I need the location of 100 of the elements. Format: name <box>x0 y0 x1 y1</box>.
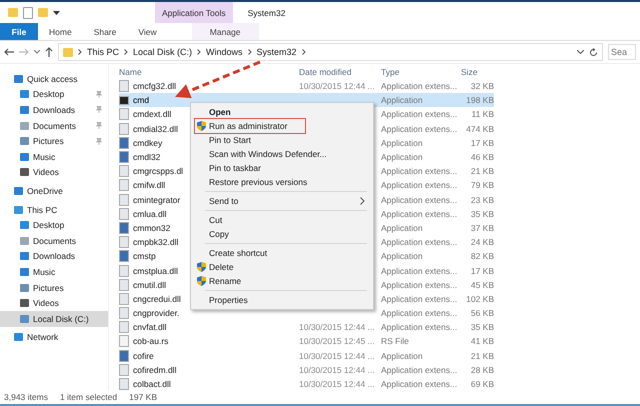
sidebar-item[interactable]: Downloads <box>0 248 108 264</box>
column-header[interactable]: Type <box>381 66 461 76</box>
size-cell: 102 KB <box>466 294 494 304</box>
pin-icon[interactable] <box>96 106 102 114</box>
file-name[interactable]: cmstp <box>133 251 156 262</box>
sidebar-item[interactable]: Quick access <box>0 71 108 87</box>
menu-item[interactable]: Properties <box>195 293 369 307</box>
menu-item[interactable]: Rename <box>195 274 369 288</box>
type-cell: Application extens... <box>381 322 458 332</box>
file-name[interactable]: cmutil.dll <box>133 280 166 290</box>
file-name[interactable]: cmdl32 <box>133 152 160 162</box>
breadcrumb[interactable]: System32 <box>256 47 297 57</box>
sidebar-item[interactable]: OneDrive <box>0 183 108 199</box>
breadcrumb[interactable]: Local Disk (C:) <box>133 47 192 57</box>
file-name[interactable]: cmcfg32.dll <box>133 81 176 92</box>
selection-info: 1 item selected <box>60 392 118 402</box>
file-name[interactable]: cmlua.dll <box>133 208 167 219</box>
menu-item[interactable]: Restore previous versions <box>195 175 369 189</box>
menu-item[interactable]: Cut <box>195 213 369 227</box>
back-arrow-icon[interactable] <box>4 48 14 56</box>
file-name[interactable]: cmintegrator <box>133 194 180 205</box>
ribbon-tab[interactable]: Manage <box>192 23 259 40</box>
chevron-icon[interactable] <box>197 49 202 55</box>
type-cell: Application <box>381 95 423 106</box>
file-icon <box>119 292 129 305</box>
file-name[interactable]: cmifw.dll <box>133 180 166 190</box>
size-cell: 17 KB <box>470 266 494 276</box>
size-cell: 17 KB <box>470 138 494 148</box>
file-icon <box>119 136 129 149</box>
file-name[interactable]: cmd <box>133 95 150 106</box>
file-name[interactable]: cnvfat.dll <box>133 322 167 332</box>
date-cell: 10/30/2015 12:44 ... <box>299 81 375 92</box>
file-name[interactable]: cmmon32 <box>133 222 170 233</box>
file-name[interactable]: cmgrcspps.dl <box>133 166 184 176</box>
sidebar-item[interactable]: Videos <box>0 164 108 180</box>
file-name[interactable]: cmpbk32.dll <box>133 237 178 248</box>
file-icon <box>119 80 129 92</box>
menu-item[interactable]: Create shortcut <box>195 246 369 260</box>
type-cell: Application <box>381 138 423 148</box>
sidebar-item[interactable]: Documents <box>0 232 108 249</box>
menu-item[interactable]: Pin to taskbar <box>195 161 369 175</box>
type-cell: Application extens... <box>381 308 458 318</box>
sidebar-item[interactable]: Downloads <box>0 102 108 118</box>
menu-item[interactable]: Copy <box>195 227 369 241</box>
type-cell: Application extens... <box>381 237 458 248</box>
sidebar-item[interactable]: Videos <box>0 295 108 311</box>
sidebar-item[interactable]: This PC <box>0 202 108 218</box>
dropdown-icon[interactable] <box>53 10 60 16</box>
file-name[interactable]: cngcredui.dll <box>133 294 181 304</box>
breadcrumb[interactable]: Windows <box>206 47 243 57</box>
date-cell: 10/30/2015 12:45 ... <box>299 336 375 346</box>
file-icon <box>119 321 129 334</box>
file-name[interactable]: cofire <box>133 350 154 361</box>
menu-item[interactable]: Delete <box>195 260 369 274</box>
menu-item[interactable]: Pin to Start <box>195 133 369 147</box>
refresh-icon[interactable] <box>589 48 598 56</box>
file-tab[interactable]: File <box>0 23 38 40</box>
menu-item[interactable]: Send to <box>195 194 369 208</box>
column-header[interactable]: Name <box>119 66 299 76</box>
file-name[interactable]: cob-au.rs <box>133 336 168 346</box>
file-icon <box>119 194 129 206</box>
sidebar-item[interactable]: Desktop <box>0 217 108 233</box>
file-name[interactable]: cmdial32.dll <box>133 124 178 134</box>
search-field[interactable]: Sea <box>608 44 636 60</box>
file-name[interactable]: cofiredm.dll <box>133 364 176 375</box>
file-name[interactable]: cmdkey <box>133 138 162 148</box>
sidebar-item[interactable]: Pictures <box>0 133 108 149</box>
menu-item[interactable]: Run as administrator <box>195 119 305 133</box>
type-cell: Application extens... <box>381 379 458 390</box>
sidebar-item[interactable]: Local Disk (C:) <box>0 310 108 326</box>
column-header[interactable]: Size <box>461 66 640 76</box>
selection-size: 197 KB <box>129 392 158 402</box>
column-header[interactable]: Date modified <box>299 66 381 76</box>
pin-icon[interactable] <box>96 122 102 130</box>
pin-icon[interactable] <box>96 90 102 98</box>
chevron-icon[interactable] <box>302 49 306 55</box>
file-name[interactable]: cmstplua.dll <box>133 266 178 276</box>
type-cell: Application extens... <box>381 294 458 304</box>
sidebar-item[interactable]: Desktop <box>0 86 108 102</box>
chevron-icon[interactable] <box>78 49 82 55</box>
address-bar[interactable]: This PC Local Disk (C:) Windows System32 <box>58 43 603 61</box>
type-cell: Application extens... <box>381 180 458 190</box>
chevron-icon[interactable] <box>124 49 128 55</box>
breadcrumb[interactable]: This PC <box>87 47 120 57</box>
pin-icon[interactable] <box>96 138 102 145</box>
sidebar-item[interactable]: Documents <box>0 118 108 134</box>
dropdown-icon[interactable] <box>577 50 584 54</box>
file-name[interactable]: cngprovider. <box>133 308 180 318</box>
sidebar-item[interactable]: Music <box>0 148 108 165</box>
menu-item[interactable]: Open <box>195 105 369 119</box>
file-name[interactable]: colbact.dll <box>133 379 171 390</box>
file-name[interactable]: cmdext.dll <box>133 109 172 120</box>
file-icon <box>119 250 129 262</box>
sidebar-item[interactable]: Network <box>0 330 108 346</box>
type-cell: Application extens... <box>381 109 458 120</box>
sidebar-item[interactable]: Pictures <box>0 280 108 296</box>
chevron-icon[interactable] <box>248 49 252 55</box>
menu-item[interactable]: Scan with Windows Defender... <box>195 147 369 161</box>
up-arrow-icon[interactable] <box>45 47 53 57</box>
sidebar-item[interactable]: Music <box>0 264 108 280</box>
